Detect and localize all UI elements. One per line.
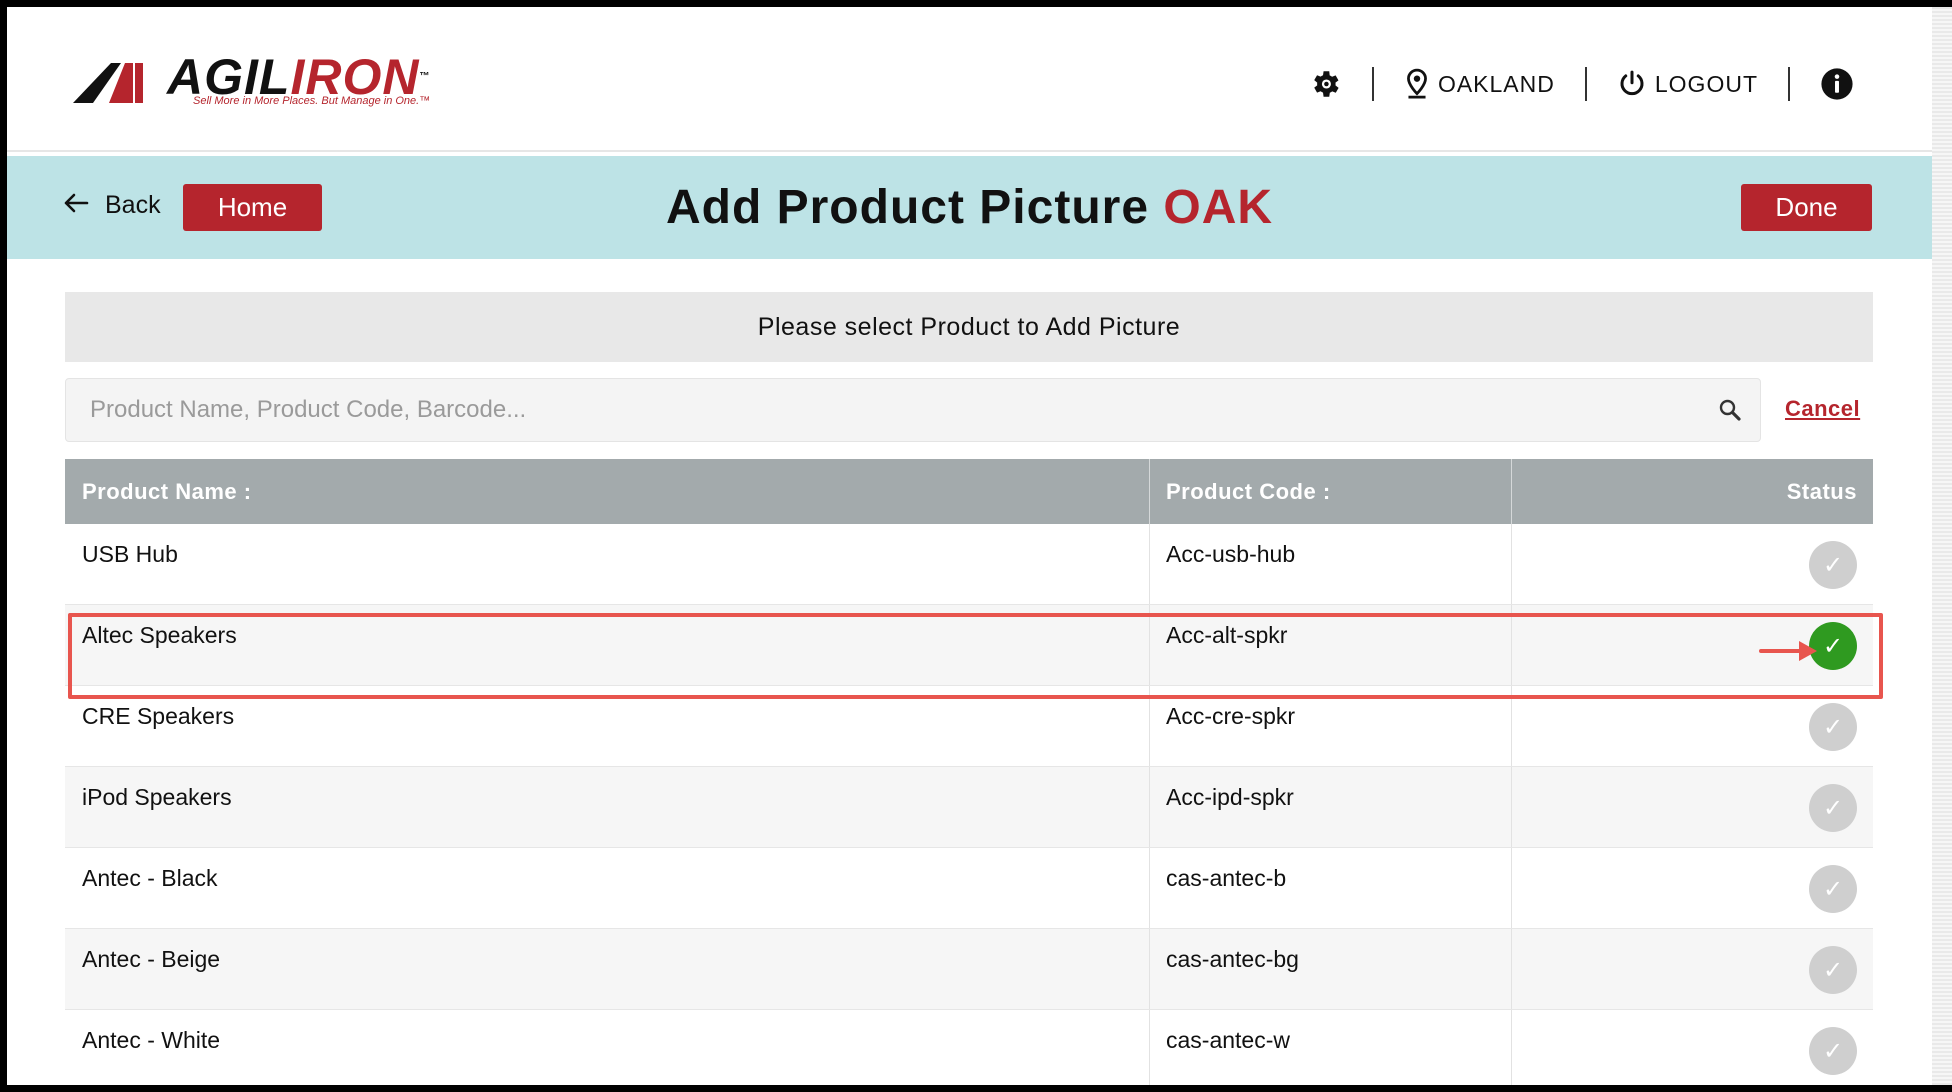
product-code-cell: cas-antec-bg bbox=[1150, 929, 1512, 1009]
status-cell: ✓ bbox=[1512, 524, 1873, 604]
product-code-cell: Acc-cre-spkr bbox=[1150, 686, 1512, 766]
product-name-cell: Antec - Beige bbox=[65, 929, 1150, 1009]
location-button[interactable]: OAKLAND bbox=[1404, 61, 1555, 107]
checkmark-icon[interactable]: ✓ bbox=[1809, 865, 1857, 913]
search-icon[interactable] bbox=[1718, 398, 1742, 427]
info-icon bbox=[1821, 68, 1853, 100]
logo-tagline: Sell More in More Places. But Manage in … bbox=[193, 95, 431, 107]
product-name-cell: iPod Speakers bbox=[65, 767, 1150, 847]
search-input[interactable] bbox=[66, 379, 1706, 441]
product-code-cell: cas-antec-w bbox=[1150, 1010, 1512, 1085]
product-name-cell: Antec - Black bbox=[65, 848, 1150, 928]
info-button[interactable] bbox=[1820, 61, 1854, 107]
column-header-code: Product Code : bbox=[1150, 459, 1512, 524]
nav-divider bbox=[1788, 67, 1790, 101]
page-title: Add Product Picture OAK bbox=[665, 181, 1274, 234]
app-frame: AGILIRON™ Sell More in More Places. But … bbox=[7, 7, 1932, 1085]
logo: AGILIRON™ Sell More in More Places. But … bbox=[73, 51, 453, 117]
status-cell: ✓ bbox=[1512, 1010, 1873, 1085]
checkmark-icon[interactable]: ✓ bbox=[1809, 946, 1857, 994]
location-pin-icon bbox=[1404, 68, 1430, 100]
table-header: Product Name : Product Code : Status bbox=[65, 459, 1873, 524]
logout-button[interactable]: LOGOUT bbox=[1617, 61, 1758, 107]
product-name-cell: USB Hub bbox=[65, 524, 1150, 604]
product-name-cell: Antec - White bbox=[65, 1010, 1150, 1085]
column-header-status: Status bbox=[1786, 478, 1857, 504]
top-nav: OAKLAND LOGOUT bbox=[1308, 61, 1854, 107]
product-name-cell: Altec Speakers bbox=[65, 605, 1150, 685]
power-icon bbox=[1617, 69, 1647, 99]
table-row[interactable]: Antec - White cas-antec-w ✓ bbox=[65, 1010, 1873, 1085]
cancel-link[interactable]: Cancel bbox=[1785, 396, 1860, 422]
status-cell: ✓ bbox=[1512, 848, 1873, 928]
nav-divider bbox=[1584, 67, 1587, 101]
product-table: Product Name : Product Code : Status USB… bbox=[65, 459, 1873, 1085]
checkmark-icon[interactable]: ✓ bbox=[1809, 541, 1857, 589]
status-cell: ✓ bbox=[1512, 929, 1873, 1009]
status-cell: ✓ bbox=[1512, 767, 1873, 847]
instruction-banner: Please select Product to Add Picture bbox=[65, 292, 1873, 362]
product-code-cell: Acc-alt-spkr bbox=[1150, 605, 1512, 685]
annotation-arrow-icon bbox=[1759, 641, 1817, 661]
logout-label: LOGOUT bbox=[1654, 70, 1758, 97]
checkmark-icon[interactable]: ✓ bbox=[1809, 703, 1857, 751]
table-body: USB Hub Acc-usb-hub ✓ Altec Speakers Acc-alt… bbox=[65, 524, 1873, 1085]
logo-mark-icon bbox=[73, 63, 143, 103]
nav-divider bbox=[1371, 67, 1374, 101]
product-code-cell: cas-antec-b bbox=[1150, 848, 1512, 928]
product-name-cell: CRE Speakers bbox=[65, 686, 1150, 766]
search-box bbox=[65, 378, 1761, 442]
table-row[interactable]: Altec Speakers Acc-alt-spkr ✓ bbox=[65, 605, 1873, 686]
done-button[interactable]: Done bbox=[1741, 184, 1872, 231]
location-label: OAKLAND bbox=[1437, 70, 1555, 97]
location-code: OAK bbox=[1163, 181, 1274, 234]
status-cell: ✓ bbox=[1512, 686, 1873, 766]
table-row[interactable]: CRE Speakers Acc-cre-spkr ✓ bbox=[65, 686, 1873, 767]
checkmark-icon[interactable]: ✓ bbox=[1809, 784, 1857, 832]
product-code-cell: Acc-usb-hub bbox=[1150, 524, 1512, 604]
table-row[interactable]: iPod Speakers Acc-ipd-spkr ✓ bbox=[65, 767, 1873, 848]
settings-button[interactable] bbox=[1308, 61, 1342, 107]
page-header: Back Home Add Product Picture OAK Done bbox=[7, 156, 1932, 259]
column-header-name: Product Name : bbox=[65, 459, 1150, 524]
gear-icon bbox=[1314, 71, 1339, 97]
table-row[interactable]: USB Hub Acc-usb-hub ✓ bbox=[65, 524, 1873, 605]
scrollbar[interactable] bbox=[1932, 7, 1952, 1085]
table-row[interactable]: Antec - Black cas-antec-b ✓ bbox=[65, 848, 1873, 929]
top-bar: AGILIRON™ Sell More in More Places. But … bbox=[7, 7, 1932, 152]
checkmark-icon[interactable]: ✓ bbox=[1809, 1027, 1857, 1075]
table-row[interactable]: Antec - Beige cas-antec-bg ✓ bbox=[65, 929, 1873, 1010]
product-code-cell: Acc-ipd-spkr bbox=[1150, 767, 1512, 847]
